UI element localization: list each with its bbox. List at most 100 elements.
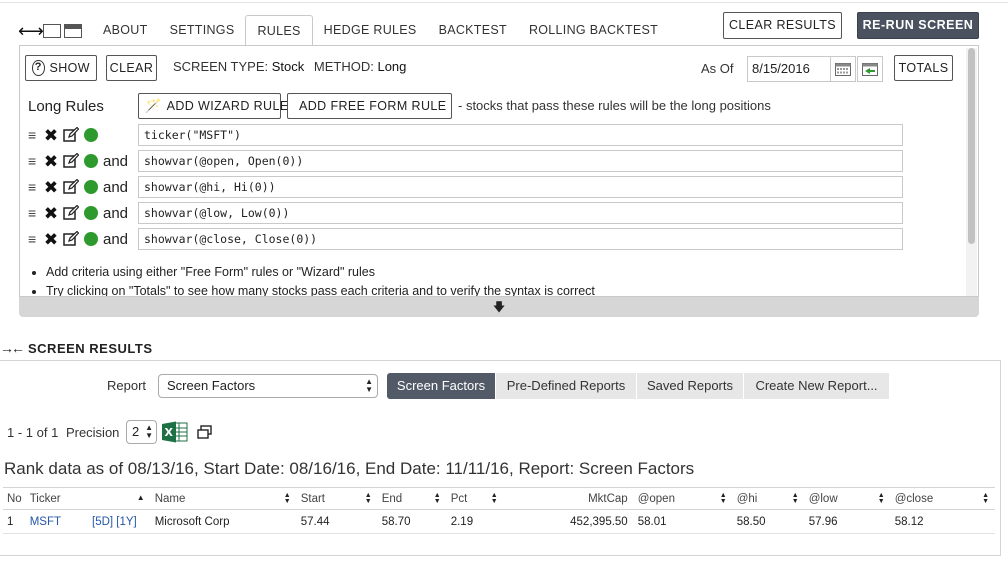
calendar-today-icon[interactable] bbox=[857, 56, 883, 82]
rule-connector: and bbox=[103, 230, 129, 248]
rule-row: ≡ ✖ and bbox=[28, 202, 137, 224]
precision-select[interactable]: 2 ▲ ▼ bbox=[126, 420, 157, 444]
scrollbar-thumb[interactable] bbox=[968, 48, 975, 244]
screen-type-label: SCREEN TYPE: bbox=[173, 59, 269, 74]
help-icon: ? bbox=[32, 60, 45, 76]
cell-name: Microsoft Corp bbox=[150, 509, 297, 534]
popout-window-icon[interactable] bbox=[197, 425, 212, 442]
rank-summary: Rank data as of 08/13/16, Start Date: 08… bbox=[4, 459, 695, 478]
results-title: SCREEN RESULTS bbox=[28, 340, 153, 356]
totals-button[interactable]: TOTALS bbox=[894, 55, 953, 81]
sort-asc-icon: ▲ bbox=[136, 493, 145, 502]
column-header-label: @open bbox=[637, 492, 675, 505]
clear-results-button[interactable]: CLEAR RESULTS bbox=[723, 12, 842, 39]
rule-expression-input[interactable]: ticker("MSFT") bbox=[138, 124, 903, 146]
report-tab-screen-factors[interactable]: Screen Factors bbox=[387, 373, 495, 399]
rule-expression-input[interactable]: showvar(@close, Close(0)) bbox=[138, 228, 903, 250]
tab-settings[interactable]: SETTINGS bbox=[159, 15, 246, 45]
edit-icon[interactable] bbox=[61, 205, 81, 221]
rule-expression-input[interactable]: showvar(@hi, Hi(0)) bbox=[138, 176, 903, 198]
delete-icon[interactable]: ✖ bbox=[42, 127, 60, 144]
edit-icon[interactable] bbox=[61, 179, 81, 195]
updown-chevron-icon: ▲ ▼ bbox=[365, 377, 373, 394]
rules-scrollbar[interactable] bbox=[966, 48, 977, 296]
column-header[interactable]: Start ▲ ▼ bbox=[296, 487, 378, 510]
screen-tabs: ABOUT SETTINGS RULES HEDGE RULES BACKTES… bbox=[92, 15, 669, 46]
column-header-label: End bbox=[381, 492, 403, 505]
status-dot-icon bbox=[84, 206, 98, 220]
arrow-down-icon: 🡇 bbox=[492, 300, 506, 314]
status-dot-icon bbox=[84, 180, 98, 194]
add-free-form-rule-button[interactable]: ADD FREE FORM RULE bbox=[287, 93, 452, 119]
add-wizard-rule-button[interactable]: 🪄 ADD WIZARD RULE bbox=[138, 93, 288, 119]
report-tab-predefined[interactable]: Pre-Defined Reports bbox=[496, 373, 636, 399]
sort-icon: ▲ ▼ bbox=[490, 492, 498, 505]
tab-rolling-backtest[interactable]: ROLLING BACKTEST bbox=[518, 15, 669, 45]
window-icon[interactable] bbox=[43, 24, 61, 38]
show-button[interactable]: ? SHOW bbox=[25, 55, 97, 81]
rule-expression-input[interactable]: showvar(@low, Low(0)) bbox=[138, 202, 903, 224]
clear-button[interactable]: CLEAR bbox=[106, 55, 157, 81]
edit-icon[interactable] bbox=[61, 127, 81, 143]
column-header[interactable]: End ▲ ▼ bbox=[377, 487, 447, 510]
cell-close: 58.12 bbox=[890, 509, 995, 534]
results-panel: Report Screen Factors ▲ ▼ Screen Factors … bbox=[0, 360, 1001, 556]
report-tab-saved[interactable]: Saved Reports bbox=[637, 373, 743, 399]
column-header[interactable]: @close ▲ ▼ bbox=[890, 487, 995, 510]
column-header[interactable]: No bbox=[3, 487, 26, 510]
collapse-bar[interactable]: 🡇 bbox=[19, 297, 979, 317]
totals-button-label: TOTALS bbox=[898, 61, 949, 75]
tab-rules[interactable]: RULES bbox=[245, 15, 313, 46]
period-links[interactable]: [5D] [1Y] bbox=[92, 516, 137, 528]
tab-backtest[interactable]: BACKTEST bbox=[428, 15, 518, 45]
report-tab-create-new[interactable]: Create New Report... bbox=[744, 373, 889, 399]
column-header[interactable]: Ticker ▲ bbox=[25, 487, 151, 510]
column-header-label: MktCap bbox=[588, 492, 628, 505]
cell-low: 57.96 bbox=[804, 509, 891, 534]
column-header[interactable]: MktCap bbox=[503, 487, 634, 510]
report-label: Report bbox=[107, 378, 147, 393]
expand-arrows-icon[interactable]: ⟷ bbox=[18, 22, 44, 40]
column-header[interactable]: @open ▲ ▼ bbox=[633, 487, 733, 510]
edit-icon[interactable] bbox=[61, 231, 81, 247]
minimized-window-icon[interactable] bbox=[64, 24, 82, 38]
rules-panel: ? SHOW CLEAR SCREEN TYPE: Stock METHOD: … bbox=[19, 45, 979, 297]
drag-handle-icon[interactable]: ≡ bbox=[28, 232, 40, 246]
ticker-link[interactable]: MSFT bbox=[30, 516, 61, 528]
collapse-arrows-icon[interactable]: →← bbox=[0, 340, 25, 356]
column-header[interactable]: @low ▲ ▼ bbox=[804, 487, 891, 510]
svg-text:X: X bbox=[165, 426, 174, 439]
column-header[interactable]: Pct ▲ ▼ bbox=[446, 487, 504, 510]
drag-handle-icon[interactable]: ≡ bbox=[28, 128, 40, 142]
column-header[interactable]: @hi ▲ ▼ bbox=[732, 487, 805, 510]
column-header-label: Ticker bbox=[29, 492, 61, 505]
rerun-screen-button[interactable]: RE-RUN SCREEN bbox=[857, 12, 979, 39]
show-button-label: SHOW bbox=[49, 61, 90, 75]
cell-end: 58.70 bbox=[377, 509, 447, 534]
column-header-label: Start bbox=[300, 492, 325, 505]
cell-pct: 2.19 bbox=[446, 509, 504, 534]
as-of-date-input[interactable]: 8/15/2016 bbox=[747, 56, 831, 82]
edit-icon[interactable] bbox=[61, 153, 81, 169]
tab-hedge-rules[interactable]: HEDGE RULES bbox=[313, 15, 428, 45]
rule-expression-input[interactable]: showvar(@open, Open(0)) bbox=[138, 150, 903, 172]
paging-range: 1 - 1 of 1 bbox=[7, 425, 59, 440]
rule-row: ≡ ✖ and bbox=[28, 176, 137, 198]
calendar-icon[interactable] bbox=[830, 56, 856, 82]
drag-handle-icon[interactable]: ≡ bbox=[28, 206, 40, 220]
clear-button-label: CLEAR bbox=[109, 61, 154, 75]
drag-handle-icon[interactable]: ≡ bbox=[28, 180, 40, 194]
column-header[interactable]: Name ▲ ▼ bbox=[150, 487, 297, 510]
rule-row: ≡ ✖ and bbox=[28, 150, 137, 172]
rule-connector: and bbox=[103, 152, 129, 170]
rule-row: ≡ ✖ bbox=[28, 124, 137, 146]
drag-handle-icon[interactable]: ≡ bbox=[28, 154, 40, 168]
delete-icon[interactable]: ✖ bbox=[42, 231, 60, 248]
excel-export-icon[interactable]: X bbox=[162, 421, 188, 446]
report-select[interactable]: Screen Factors ▲ ▼ bbox=[158, 374, 378, 398]
delete-icon[interactable]: ✖ bbox=[42, 179, 60, 196]
tab-about[interactable]: ABOUT bbox=[92, 15, 159, 45]
rules-tips: Add criteria using either "Free Form" ru… bbox=[30, 263, 595, 296]
delete-icon[interactable]: ✖ bbox=[42, 153, 60, 170]
delete-icon[interactable]: ✖ bbox=[42, 205, 60, 222]
